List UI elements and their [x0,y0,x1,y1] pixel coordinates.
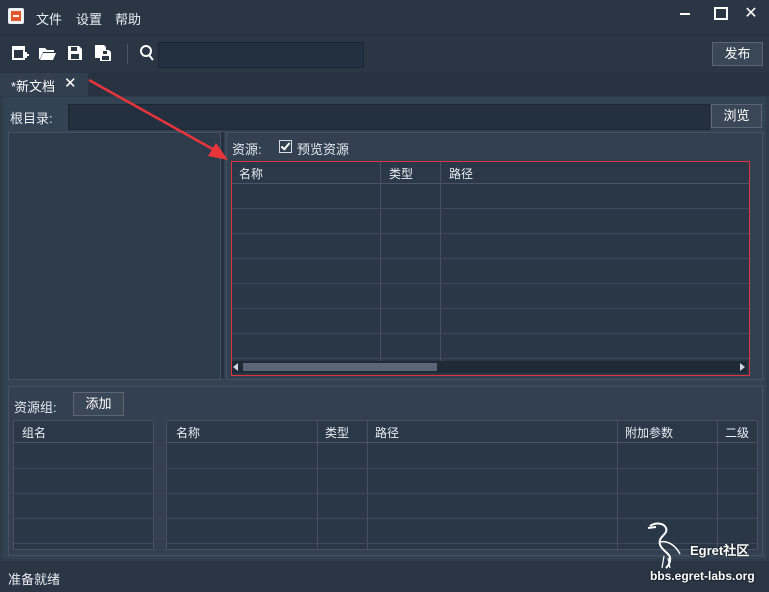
table-row [167,518,757,519]
watermark-brand: Egret社区 [690,543,750,558]
table-row [167,493,757,494]
table-header: 名称 类型 路径 附加参数 二级 [167,421,757,443]
menu-settings[interactable]: 设置 [76,9,102,28]
maximize-icon [714,7,728,20]
column-divider [380,162,381,362]
toolbar-divider [127,44,128,64]
table-row [14,543,153,544]
browse-button[interactable]: 浏览 [711,104,762,128]
minimize-icon [680,13,690,15]
column-header-type[interactable]: 类型 [325,424,349,441]
search-input[interactable] [158,42,364,68]
save-icon[interactable] [66,44,84,62]
tab-label: *新文档 [11,79,56,94]
group-table[interactable]: 组名 [13,420,154,550]
table-row [232,208,749,209]
scrollbar-thumb[interactable] [243,363,437,371]
scroll-left-icon[interactable] [233,363,238,371]
resources-label: 资源: [232,142,262,157]
menu-help[interactable]: 帮助 [115,9,141,28]
scroll-right-icon[interactable] [740,363,745,371]
column-header-path[interactable]: 路径 [375,424,399,441]
tab-close-icon[interactable]: ✕ [64,74,77,92]
table-row [232,358,749,359]
column-header-name[interactable]: 名称 [239,165,263,182]
resource-group-label: 资源组: [14,400,57,415]
table-row [167,468,757,469]
column-divider [617,421,618,549]
root-dir-input[interactable] [68,104,710,130]
column-divider [367,421,368,549]
menu-file[interactable]: 文件 [36,9,62,28]
root-dir-label: 根目录: [10,111,53,126]
resource-table[interactable]: 名称 类型 路径 [231,161,750,376]
table-row [232,233,749,234]
table-row [14,493,153,494]
table-row [14,518,153,519]
add-group-button[interactable]: 添加 [73,392,124,416]
tab-bar [0,72,769,96]
table-header: 名称 类型 路径 [232,162,749,184]
preview-resources-label[interactable]: 预览资源 [297,139,349,158]
column-header-name[interactable]: 名称 [176,424,200,441]
watermark-url: bbs.egret-labs.org [650,569,755,583]
column-header-extra-params[interactable]: 附加参数 [625,424,673,441]
table-row [232,333,749,334]
column-header-secondary[interactable]: 二级 [725,424,749,441]
close-window-button[interactable]: ✕ [740,5,762,23]
app-logo-icon [8,8,24,24]
table-row [232,283,749,284]
column-header-type[interactable]: 类型 [389,165,413,182]
table-row [232,308,749,309]
search-icon [138,44,156,62]
resource-tree-panel[interactable] [8,132,221,380]
table-header: 组名 [14,421,153,443]
column-divider [717,421,718,549]
panel-splitter[interactable] [221,132,224,378]
egret-logo-icon [647,522,681,569]
new-document-icon[interactable] [11,44,29,62]
toolbar [0,34,769,73]
column-divider [440,162,441,362]
column-header-path[interactable]: 路径 [449,165,473,182]
open-folder-icon[interactable] [38,44,56,62]
status-text: 准备就绪 [8,572,61,587]
table-row [14,468,153,469]
column-header-group-name[interactable]: 组名 [22,424,46,441]
column-divider [317,421,318,549]
save-all-icon[interactable] [94,44,112,62]
publish-button[interactable]: 发布 [712,42,763,66]
preview-resources-checkbox[interactable] [279,140,292,153]
table-row [232,258,749,259]
